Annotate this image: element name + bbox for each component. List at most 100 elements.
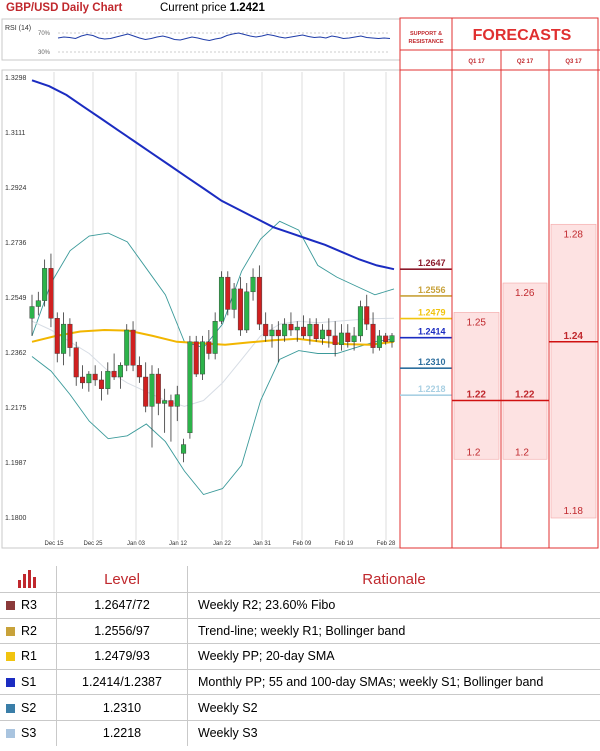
candle-body	[376, 335, 382, 348]
table-row: S2 1.2310 Weekly S2	[0, 694, 600, 721]
candle-body	[212, 321, 218, 354]
y-tick-label: 1.2362	[5, 350, 27, 357]
forecasts-title: FORECASTS	[473, 27, 572, 44]
forecast-mid: 1.22	[467, 390, 487, 401]
candle-body	[35, 300, 41, 307]
forecast-low: 1.18	[564, 506, 584, 517]
row-level: 1.2479/93	[56, 643, 188, 670]
table-row: R1 1.2479/93 Weekly PP; 20-day SMA	[0, 643, 600, 670]
row-color-swatch	[6, 652, 15, 662]
candle-body	[357, 306, 363, 337]
levels-table: Level Rationale R3 1.2647/72 Weekly R2; 23…	[0, 566, 600, 746]
gbpusd-chart: RSI (14) 70% 30% 1.3298 1.3111 1.2924 1.273…	[1, 17, 600, 549]
candle-body	[301, 326, 307, 337]
rsi-30-label: 30%	[38, 50, 51, 56]
forecast-column-label: Q1 17	[468, 59, 485, 65]
forecast-column-label: Q3 17	[565, 59, 582, 65]
forecast-low: 1.2	[515, 447, 529, 458]
rationale-header: Rationale	[362, 570, 426, 588]
candle-body	[117, 365, 123, 378]
x-tick-label: Dec 15	[44, 541, 64, 547]
x-tick-label: Feb 09	[293, 541, 312, 547]
y-tick-label: 1.2924	[5, 185, 27, 192]
candle-body	[206, 341, 212, 354]
candle-body	[124, 329, 130, 366]
y-tick-label: 1.3298	[5, 75, 27, 82]
candle-body	[67, 323, 73, 348]
forecast-range	[550, 223, 597, 519]
candle-body	[86, 373, 92, 384]
forecast-range	[453, 312, 500, 460]
sr-level-label: 1.2647	[418, 258, 446, 268]
row-level: 1.2414/1.2387	[56, 668, 188, 695]
candle-body	[61, 323, 67, 354]
x-tick-label: Dec 25	[83, 541, 103, 547]
y-tick-label: 1.3111	[5, 130, 25, 137]
row-rationale: Weekly PP; 20-day SMA	[187, 643, 600, 670]
sr-level-label: 1.2218	[418, 384, 446, 394]
candle-body	[244, 291, 250, 331]
candle-body	[54, 318, 60, 354]
row-rationale: Weekly S2	[187, 694, 600, 721]
row-name: R2	[0, 617, 57, 644]
candle-body	[92, 373, 98, 381]
candle-body	[326, 329, 332, 337]
y-tick-label: 1.2175	[5, 405, 27, 412]
candle-body	[80, 376, 86, 384]
candle-body	[313, 323, 319, 340]
rsi-panel	[1, 18, 401, 61]
sr-level-label: 1.2414	[418, 327, 446, 337]
forecast-high: 1.25	[467, 317, 487, 328]
table-row: R3 1.2647/72 Weekly R2; 23.60% Fibo	[0, 592, 600, 619]
levels-table-header: Level Rationale	[0, 566, 600, 593]
sr-level-label: 1.2556	[418, 285, 446, 295]
y-tick-label: 1.2549	[5, 295, 27, 302]
candle-body	[29, 306, 35, 319]
candle-body	[98, 379, 104, 389]
row-level: 1.2647/72	[56, 592, 188, 619]
y-tick-label: 1.2736	[5, 240, 27, 247]
forecast-low: 1.2	[467, 447, 481, 458]
levels-logo	[0, 566, 57, 593]
level-header: Level	[56, 566, 188, 593]
candle-body	[218, 276, 224, 322]
row-rationale: Weekly R2; 23.60% Fibo	[187, 592, 600, 619]
forecast-mid: 1.24	[564, 331, 584, 342]
candle-body	[263, 323, 269, 337]
row-level: 1.2310	[56, 694, 188, 721]
row-rationale: Monthly PP; 55 and 100-day SMAs; weekly …	[187, 668, 600, 695]
row-color-swatch	[6, 729, 15, 739]
candle-body	[231, 288, 237, 310]
candle-body	[250, 276, 256, 293]
table-row: R2 1.2556/97 Trend-line; weekly R1; Bollin…	[0, 617, 600, 644]
candle-body	[143, 376, 149, 407]
sr-column	[399, 17, 453, 549]
sr-header-line2: RESISTANCE	[408, 39, 443, 45]
row-level: 1.2218	[56, 719, 188, 746]
forecast-column-label: Q2 17	[517, 59, 534, 65]
row-color-swatch	[6, 678, 15, 688]
candle-body	[345, 332, 351, 342]
candle-body	[149, 373, 155, 407]
candle-body	[225, 276, 231, 310]
candle-body	[275, 329, 281, 337]
row-color-swatch	[6, 601, 15, 611]
table-row: S3 1.2218 Weekly S3	[0, 719, 600, 746]
levels-table-body: R3 1.2647/72 Weekly R2; 23.60% Fibo R2 1.255…	[0, 592, 600, 746]
candle-body	[256, 276, 262, 325]
candle-body	[364, 306, 370, 325]
sr-level-label: 1.2479	[418, 308, 446, 318]
candle-body	[288, 323, 294, 331]
forecast-mid: 1.22	[515, 390, 535, 401]
candle-body	[155, 373, 161, 404]
candle-body	[237, 288, 243, 331]
candle-body	[193, 341, 199, 375]
candle-body	[136, 365, 142, 378]
table-row: S1 1.2414/1.2387 Monthly PP; 55 and 100-da…	[0, 668, 600, 695]
price-plot-area	[1, 69, 401, 549]
candle-body	[187, 341, 193, 434]
rsi-label: RSI (14)	[5, 25, 31, 32]
candle-body	[111, 370, 117, 378]
candle-body	[294, 326, 300, 331]
sr-level-label: 1.2310	[418, 357, 446, 367]
